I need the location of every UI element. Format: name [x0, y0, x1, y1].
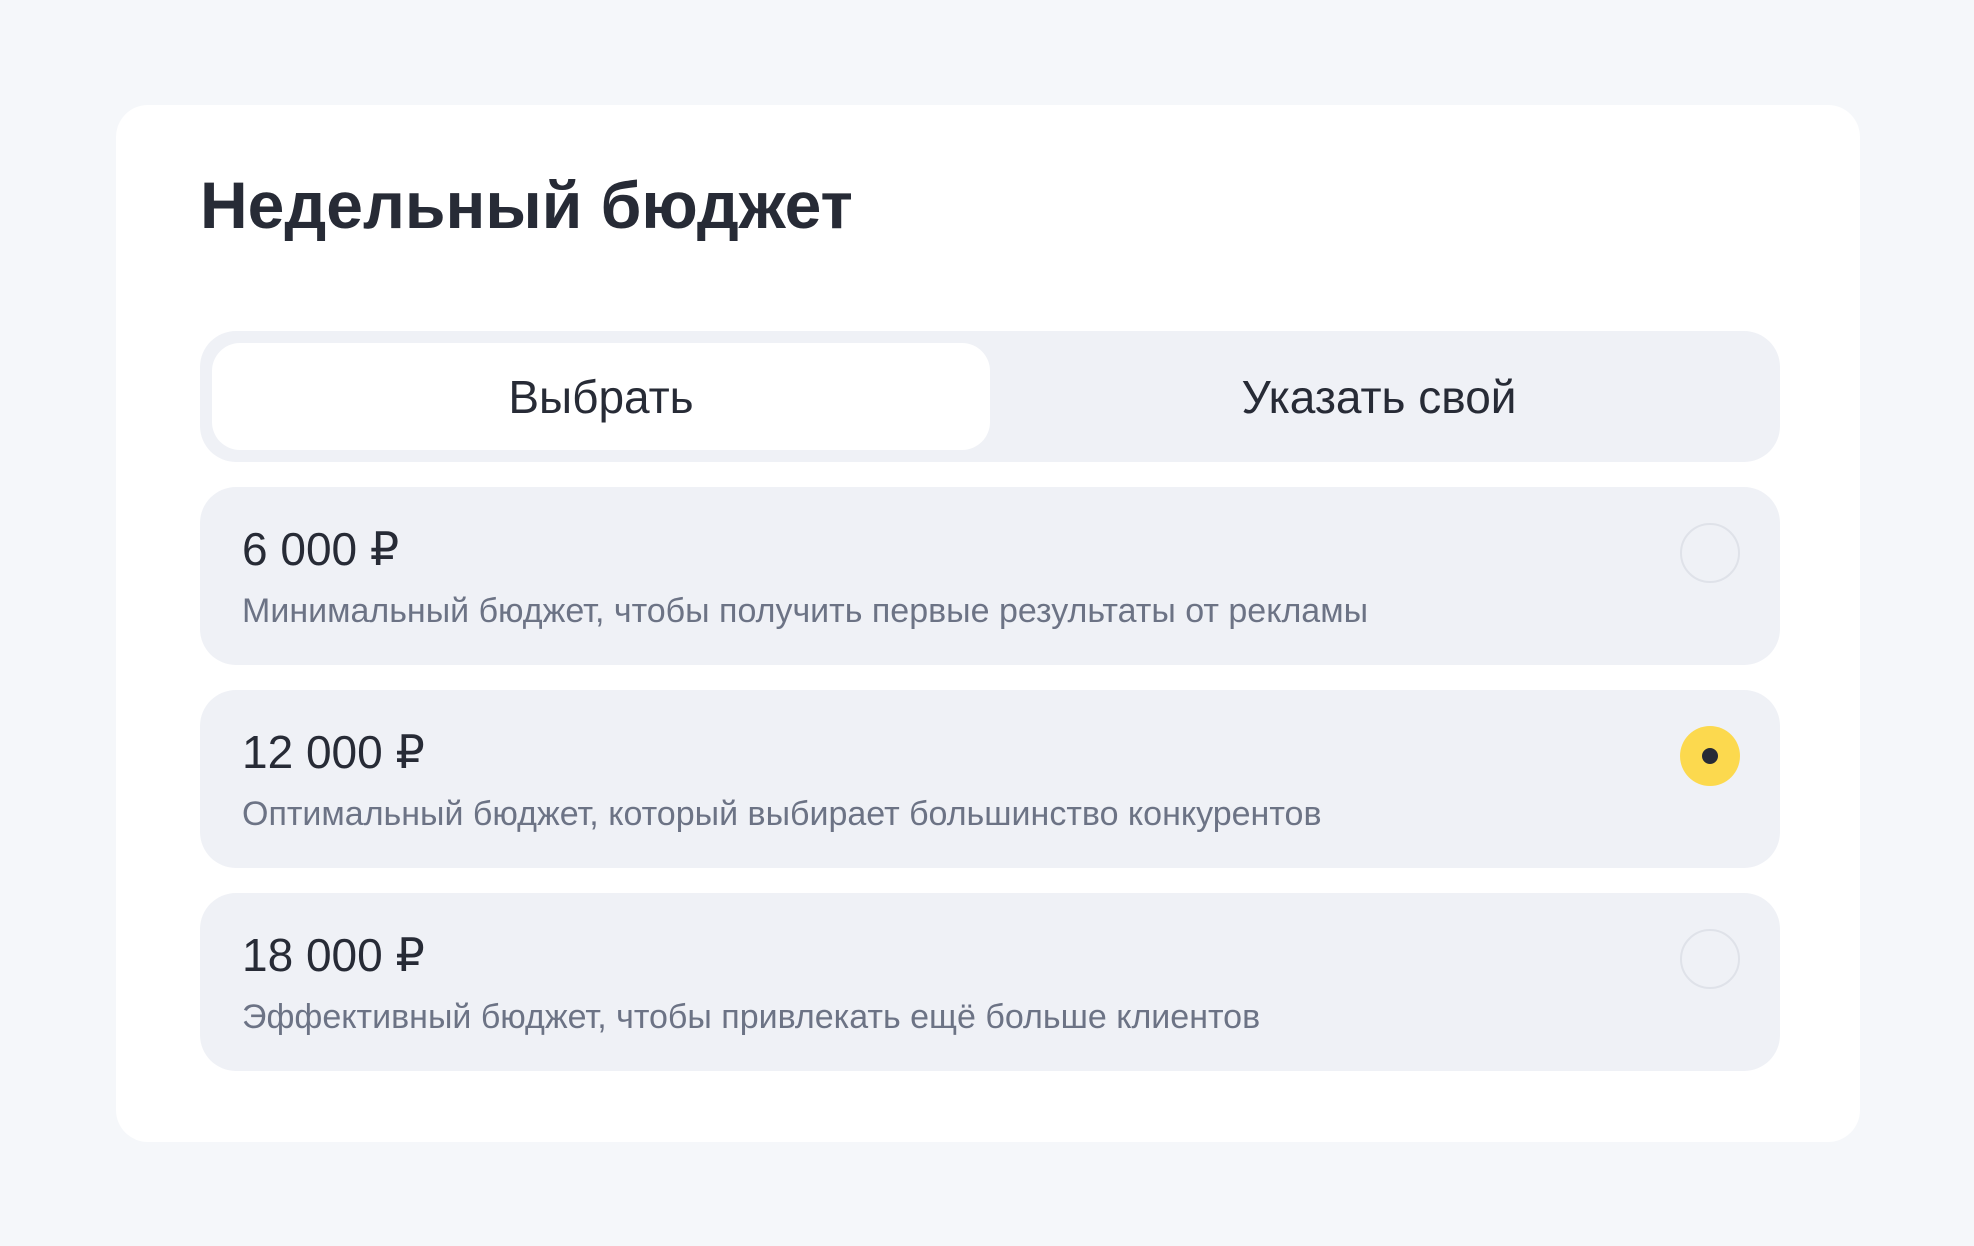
- option-description: Эффективный бюджет, чтобы привлекать ещё…: [242, 998, 1261, 1036]
- option-description: Минимальный бюджет, чтобы получить первы…: [242, 592, 1369, 630]
- budget-option-6000[interactable]: 6 000 ₽ Минимальный бюджет, чтобы получи…: [200, 487, 1780, 665]
- weekly-budget-card: Недельный бюджет Выбрать Указать свой 6 …: [116, 105, 1860, 1142]
- budget-option-12000[interactable]: 12 000 ₽ Оптимальный бюджет, который выб…: [200, 690, 1780, 868]
- radio-checked-icon[interactable]: [1680, 726, 1740, 786]
- page-title: Недельный бюджет: [200, 168, 853, 242]
- radio-dot-icon: [1702, 748, 1718, 764]
- radio-unchecked-icon[interactable]: [1680, 929, 1740, 989]
- option-description: Оптимальный бюджет, который выбирает бол…: [242, 795, 1322, 833]
- option-price: 12 000 ₽: [242, 726, 425, 778]
- option-price: 18 000 ₽: [242, 929, 425, 981]
- radio-unchecked-icon[interactable]: [1680, 523, 1740, 583]
- tab-choose[interactable]: Выбрать: [212, 343, 990, 450]
- budget-option-18000[interactable]: 18 000 ₽ Эффективный бюджет, чтобы привл…: [200, 893, 1780, 1071]
- option-price: 6 000 ₽: [242, 523, 400, 575]
- tab-custom[interactable]: Указать свой: [990, 343, 1768, 450]
- budget-mode-switch: Выбрать Указать свой: [200, 331, 1780, 462]
